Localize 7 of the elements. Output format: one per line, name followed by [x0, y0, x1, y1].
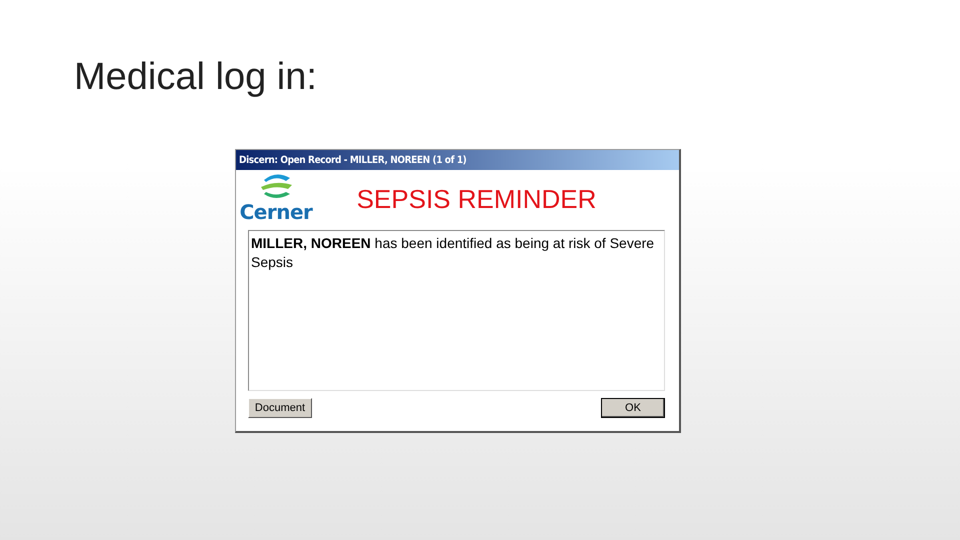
document-button[interactable]: Document	[248, 398, 312, 418]
message-text: MILLER, NOREEN has been identified as being at risk of Severe Sepsis	[251, 235, 654, 270]
slide-title: Medical log in:	[74, 56, 318, 99]
logo-text: Cerner	[240, 202, 312, 222]
reminder-heading: SEPSIS REMINDER	[356, 184, 598, 215]
window-title: Discern: Open Record - MILLER, NOREEN (1 of 1)	[239, 154, 466, 166]
ok-button[interactable]: OK	[601, 398, 665, 418]
